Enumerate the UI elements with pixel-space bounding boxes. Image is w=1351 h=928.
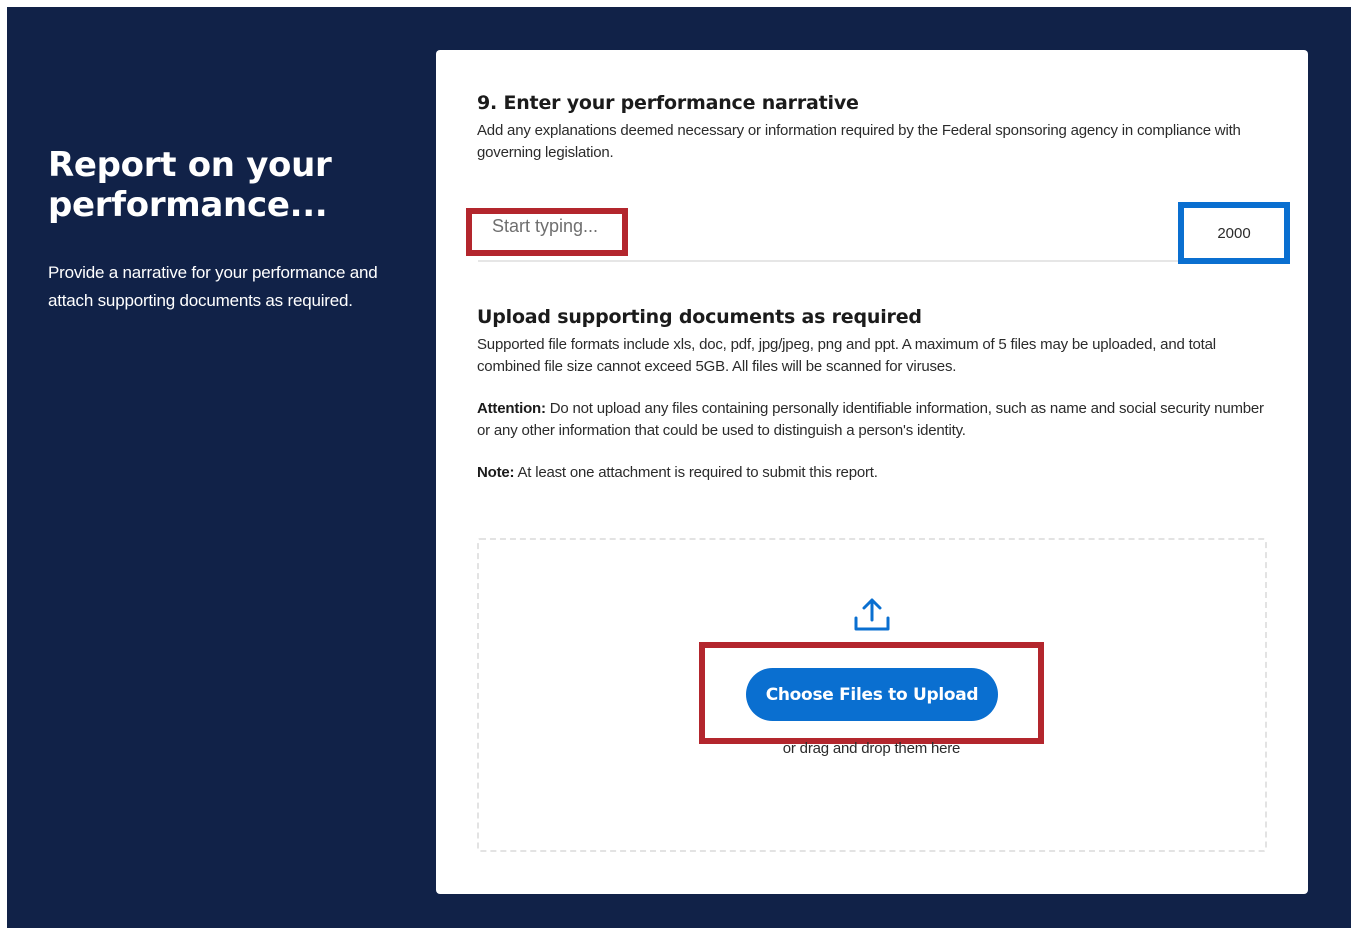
- character-count: 2000: [1217, 224, 1251, 242]
- upload-icon: [854, 598, 890, 631]
- upload-section: Upload supporting documents as required …: [477, 306, 1267, 484]
- intro-description: Provide a narrative for your performance…: [48, 263, 378, 310]
- narrative-input[interactable]: [466, 200, 1066, 252]
- character-counter: 2000: [1178, 202, 1290, 264]
- attention-text: Do not upload any files containing perso…: [477, 400, 1264, 439]
- required-note: Note: At least one attachment is require…: [477, 462, 1267, 484]
- narrative-input-underline: [478, 260, 1274, 262]
- upload-description: Supported file formats include xls, doc,…: [477, 336, 1216, 375]
- narrative-title: 9. Enter your performance narrative: [477, 92, 859, 114]
- narrative-description: Add any explanations deemed necessary or…: [477, 122, 1241, 161]
- drag-drop-hint: or drag and drop them here: [782, 740, 961, 757]
- choose-files-button[interactable]: Choose Files to Upload: [746, 668, 998, 721]
- page-title: Report on your performance...: [48, 145, 332, 225]
- upload-title: Upload supporting documents as required: [477, 306, 922, 328]
- attention-label: Attention:: [477, 400, 546, 417]
- attention-note: Attention: Do not upload any files conta…: [477, 398, 1267, 442]
- note-text: At least one attachment is required to s…: [514, 464, 878, 481]
- narrative-field: 2000: [466, 200, 1292, 264]
- report-card: 9. Enter your performance narrative Add …: [436, 50, 1308, 894]
- narrative-section: 9. Enter your performance narrative Add …: [477, 92, 1267, 164]
- intro-panel: Report on your performance... Provide a …: [48, 145, 408, 315]
- note-label: Note:: [477, 464, 515, 481]
